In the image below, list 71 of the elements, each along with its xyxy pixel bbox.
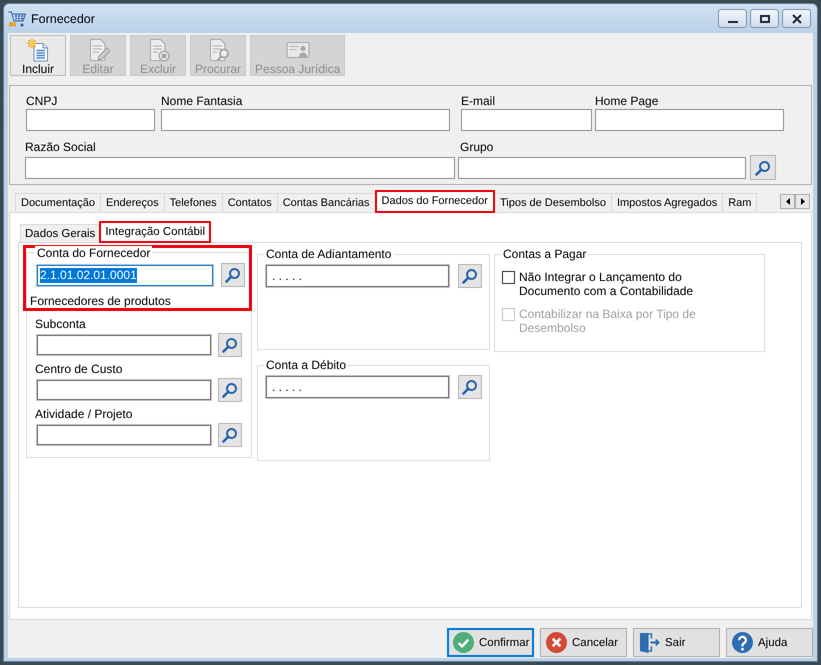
- input-field[interactable]: . . . . .: [265, 375, 450, 399]
- minimize-button[interactable]: [718, 9, 747, 28]
- scroll-left-button[interactable]: [780, 194, 795, 208]
- caret-right-icon: [800, 198, 804, 204]
- field-label: Atividade / Projeto: [35, 407, 134, 421]
- search-button[interactable]: [221, 263, 245, 287]
- field-label: Subconta: [35, 317, 87, 331]
- toolbar-button[interactable]: Incluir: [10, 35, 66, 76]
- field-label: Centro de Custo: [35, 362, 124, 376]
- field-label: E-mail: [461, 94, 496, 108]
- input-field[interactable]: [25, 156, 455, 178]
- search-icon: [755, 160, 771, 176]
- tab[interactable]: Ram: [722, 193, 758, 212]
- checkbox[interactable]: [502, 271, 515, 284]
- check-circle-icon: [453, 632, 474, 653]
- caret-left-icon: [786, 198, 790, 204]
- input-field[interactable]: . . . . .: [265, 264, 450, 288]
- group-title: Conta de Adiantamento: [264, 247, 394, 261]
- search-button[interactable]: [458, 375, 482, 399]
- id-card-icon: [286, 42, 310, 58]
- input-field[interactable]: [36, 334, 212, 356]
- input-field[interactable]: [26, 109, 155, 131]
- dialog-button[interactable]: Sair: [633, 628, 720, 657]
- field-label: CNPJ: [26, 94, 58, 108]
- input-field[interactable]: [161, 109, 450, 131]
- minimize-icon: [728, 20, 738, 22]
- field-label: Nome Fantasia: [161, 94, 244, 108]
- maximize-icon: [760, 14, 770, 22]
- tab[interactable]: Integração Contábil: [99, 221, 212, 243]
- scroll-right-button[interactable]: [795, 194, 810, 208]
- search-button[interactable]: [218, 378, 242, 402]
- input-field[interactable]: [36, 379, 212, 401]
- tab[interactable]: Dados Gerais: [20, 224, 100, 242]
- dialog-button[interactable]: Confirmar: [447, 628, 534, 657]
- tab[interactable]: Dados do Fornecedor: [374, 190, 495, 213]
- search-button[interactable]: [750, 155, 776, 180]
- search-button[interactable]: [218, 423, 242, 447]
- field-label: Razão Social: [25, 140, 97, 154]
- input-field[interactable]: 2.1.01.02.01.0001: [36, 264, 214, 286]
- account-description: Fornecedores de produtos: [30, 294, 171, 308]
- group-title: Conta a Débito: [264, 358, 348, 372]
- close-button[interactable]: [782, 9, 811, 28]
- close-icon: [792, 14, 802, 24]
- field-label: Grupo: [460, 140, 494, 154]
- search-icon: [222, 382, 238, 398]
- x-circle-icon: [546, 632, 567, 653]
- cart-icon: [8, 10, 26, 26]
- search-icon: [222, 427, 238, 443]
- input-field[interactable]: [458, 156, 746, 178]
- search-button[interactable]: [458, 264, 482, 288]
- dialog-button[interactable]: Ajuda: [726, 628, 813, 657]
- exit-door-icon: [639, 632, 660, 653]
- new-document-icon: [26, 38, 50, 62]
- dialog-button[interactable]: Cancelar: [540, 628, 627, 657]
- search-button[interactable]: [218, 333, 242, 357]
- group-title: Contas a Pagar: [501, 247, 588, 261]
- search-icon: [222, 337, 238, 353]
- search-icon: [225, 267, 241, 283]
- checkbox-label: Contabilizar na Baixa por Tipo de Desembolso: [519, 307, 697, 335]
- maximize-button[interactable]: [750, 9, 779, 28]
- search-icon: [462, 268, 478, 284]
- input-field[interactable]: [461, 109, 592, 131]
- input-field[interactable]: [36, 424, 212, 446]
- input-field[interactable]: [595, 109, 784, 131]
- tab[interactable]: Documentação: [15, 193, 101, 212]
- group-title: Conta do Fornecedor: [35, 246, 152, 260]
- search-icon: [462, 379, 478, 395]
- window-title: Fornecedor: [31, 12, 95, 26]
- checkbox-label: Não Integrar o Lançamento do Documento com a Contabilidade: [519, 270, 694, 298]
- field-label: Home Page: [595, 94, 660, 108]
- help-icon: [732, 632, 753, 653]
